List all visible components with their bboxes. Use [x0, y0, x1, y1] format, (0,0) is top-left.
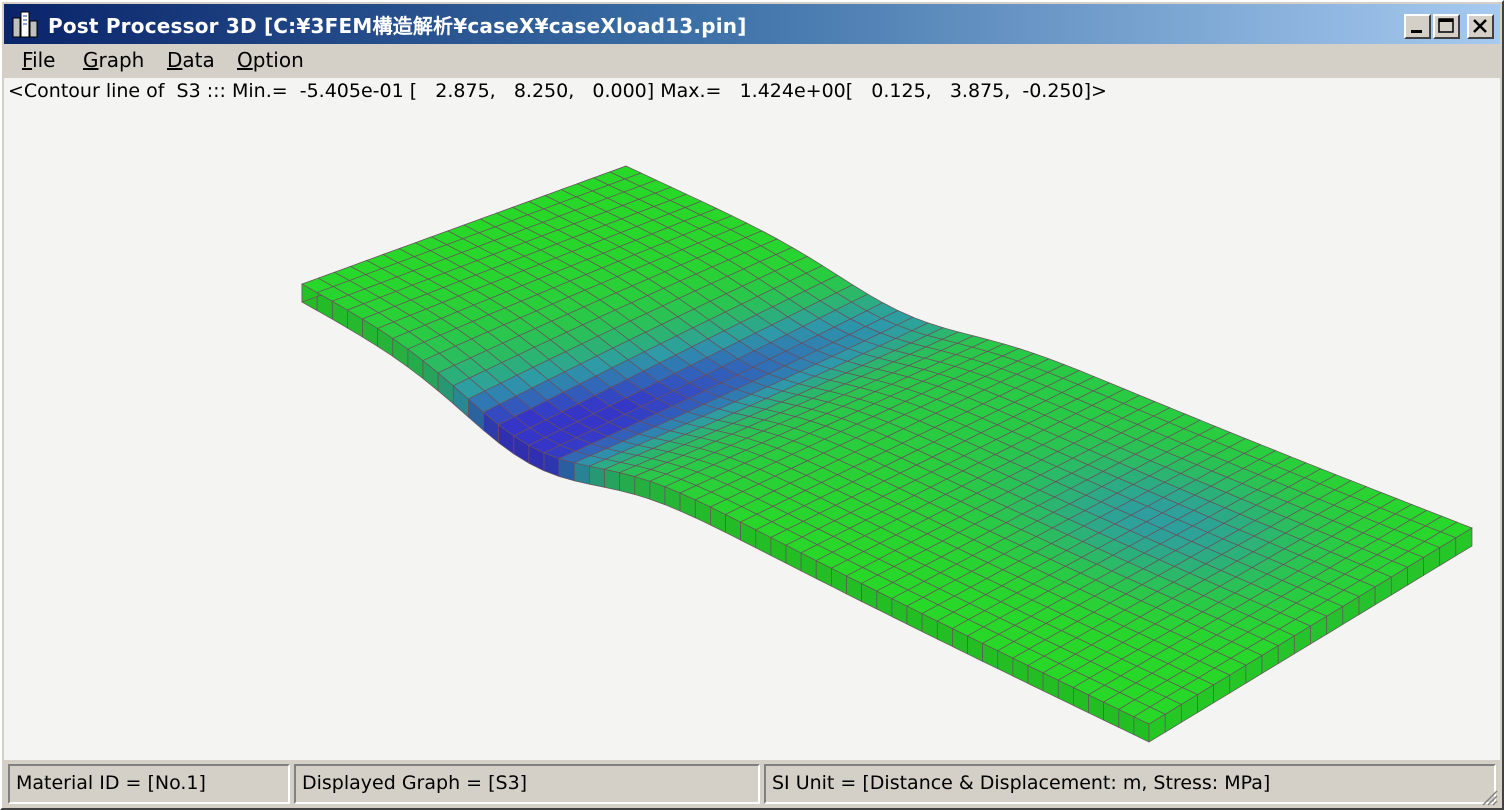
menu-option[interactable]: Option	[237, 48, 304, 72]
status-graph: Displayed Graph = [S3]	[294, 764, 760, 804]
minimize-icon	[1411, 30, 1422, 33]
close-button[interactable]	[1467, 14, 1494, 39]
menu-data-label: ata	[182, 48, 215, 72]
menu-graph-label: raph	[98, 48, 145, 72]
fem-viewport[interactable]	[4, 78, 1500, 760]
window-title: Post Processor 3D [C:¥3FEM構造解析¥caseX¥cas…	[48, 14, 747, 38]
status-bar: Material ID = [No.1] Displayed Graph = […	[4, 762, 1500, 808]
maximize-button[interactable]	[1433, 14, 1460, 39]
menu-file[interactable]: File	[22, 48, 55, 72]
status-material: Material ID = [No.1]	[8, 764, 290, 804]
menu-graph[interactable]: Graph	[83, 48, 144, 72]
menu-data[interactable]: Data	[167, 48, 215, 72]
mesh-side-element	[589, 465, 605, 488]
maximize-icon	[1438, 18, 1454, 33]
menu-file-label: ile	[32, 48, 56, 72]
app-icon	[12, 11, 38, 38]
status-units: SI Unit = [Distance & Displacement: m, S…	[764, 764, 1496, 804]
fem-mesh	[301, 165, 1473, 743]
resize-grip-icon[interactable]	[1480, 788, 1498, 806]
menu-graph-mnemonic: G	[83, 48, 99, 72]
contour-header: <Contour line of S3 ::: Min.= -5.405e-01…	[8, 80, 1107, 102]
title-bar[interactable]: Post Processor 3D [C:¥3FEM構造解析¥caseX¥cas…	[4, 4, 1500, 44]
menu-option-label: ption	[252, 48, 304, 72]
app-window: Post Processor 3D [C:¥3FEM構造解析¥caseX¥cas…	[0, 0, 1504, 810]
minimize-button[interactable]	[1404, 14, 1431, 39]
mesh-side-element	[604, 468, 620, 492]
close-icon	[1473, 19, 1487, 33]
menu-bar: File Graph Data Option	[4, 44, 1500, 76]
menu-file-mnemonic: F	[22, 48, 33, 72]
plot-area[interactable]: <Contour line of S3 ::: Min.= -5.405e-01…	[4, 78, 1500, 760]
menu-option-mnemonic: O	[237, 48, 253, 72]
menu-data-mnemonic: D	[167, 48, 183, 72]
